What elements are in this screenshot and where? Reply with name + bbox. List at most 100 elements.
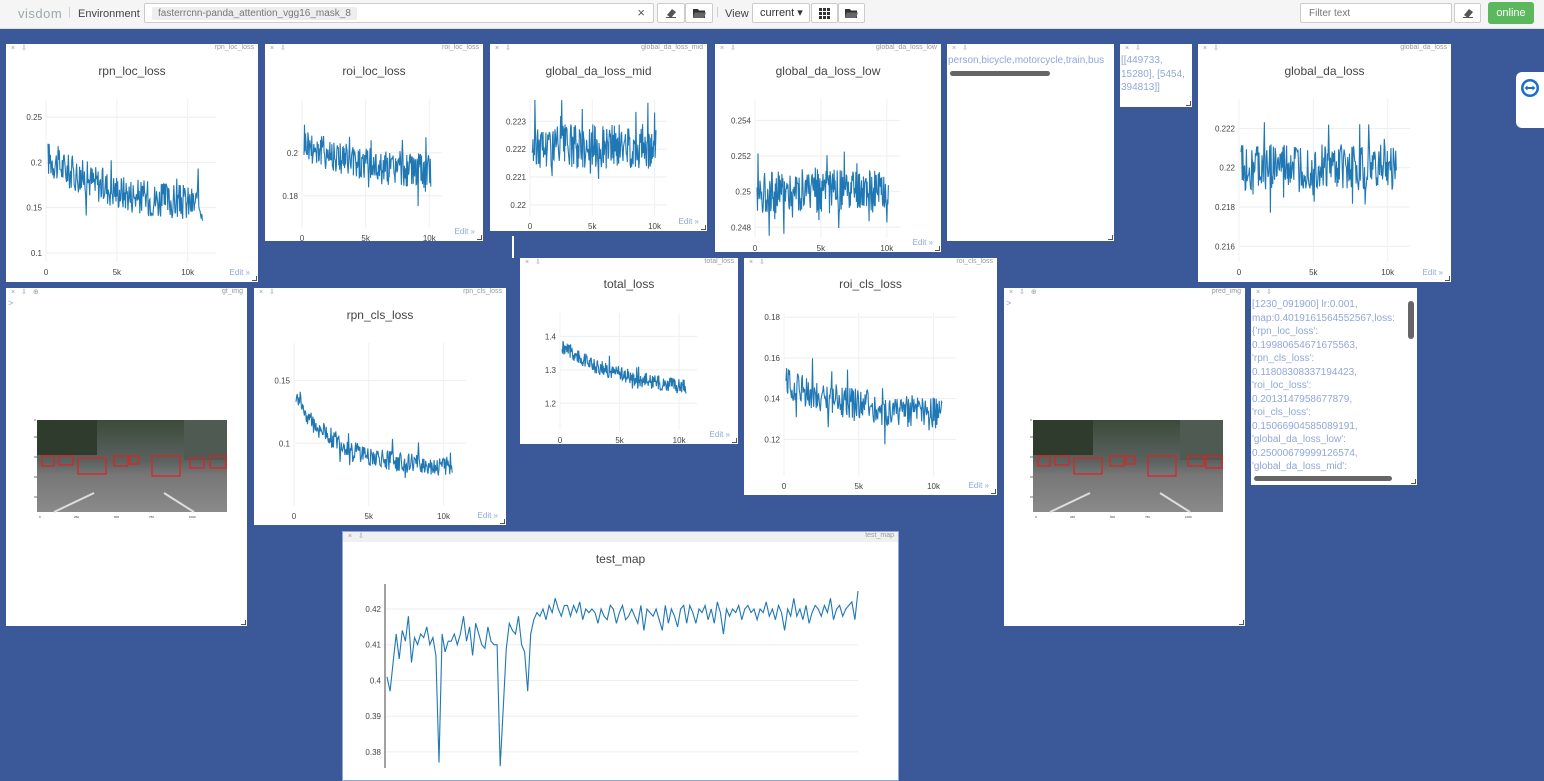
y-tick-label: 0.25 <box>735 188 751 197</box>
pane-rpn-loc-loss[interactable]: × ⇩ rpn_loc_loss rpn_loc_loss 0.1 0.15 0.2 0… <box>6 44 258 282</box>
expand-arrow[interactable]: > <box>1006 298 1011 308</box>
series-line[interactable] <box>295 391 453 479</box>
series-line[interactable] <box>386 591 859 767</box>
pane-controls[interactable]: × ⇩ <box>1125 44 1143 52</box>
pane-header[interactable]: × ⇩ <box>1251 288 1417 297</box>
y-tick-label: 1.2 <box>545 399 557 408</box>
erase-env-button[interactable] <box>657 3 685 23</box>
divider: | <box>716 6 719 18</box>
open-env-button[interactable] <box>685 3 713 23</box>
view-select[interactable]: current ▾ <box>752 3 810 23</box>
environment-tag[interactable]: fasterrcnn-panda_attention_vgg16_mask_8 <box>152 7 357 20</box>
pane-controls[interactable]: × ⇩ ⊕ <box>1009 288 1039 296</box>
series-line[interactable] <box>561 340 687 394</box>
x-tick-label: 10k <box>181 268 195 277</box>
edit-link[interactable]: Edit » <box>710 430 730 439</box>
clear-icon[interactable]: × <box>637 5 645 20</box>
repack-button[interactable] <box>811 3 838 23</box>
pane-global-da-loss[interactable]: × ⇩ global_da_loss global_da_loss 0.216 0.… <box>1198 44 1451 282</box>
eraser-icon <box>1462 9 1473 18</box>
horizontal-scrollbar[interactable] <box>950 71 1050 76</box>
expand-arrow[interactable]: > <box>8 298 13 308</box>
clear-filter-button[interactable] <box>1454 3 1481 23</box>
line-chart[interactable]: 0.248 0.25 0.252 0.254 0 5k 10k <box>715 44 941 252</box>
edit-link[interactable]: Edit » <box>455 227 475 236</box>
pane-roi-loc-loss[interactable]: × ⇩ roi_loc_loss roi_loc_loss 0.18 0.2 0 5k 1… <box>265 44 483 241</box>
resize-handle[interactable] <box>1411 479 1416 484</box>
line-chart[interactable]: 0.216 0.218 0.22 0.222 0 5k 10k <box>1198 44 1451 282</box>
y-tick-label: 0.16 <box>764 354 780 363</box>
pane-controls[interactable]: × ⇩ <box>952 44 970 52</box>
pane-log-text[interactable]: × ⇩ [1230_091900] lr:0.001, map:0.401916… <box>1251 288 1417 485</box>
resize-handle[interactable] <box>500 519 505 524</box>
line-chart[interactable]: 0.22 0.221 0.222 0.223 0 5k 10k <box>490 44 707 231</box>
pane-counts-text[interactable]: × ⇩ [[449733, 15280], [5454, 394813]] <box>1120 44 1192 107</box>
line-chart[interactable]: 0.1 0.15 0.2 0.25 0 5k 10k <box>6 44 258 282</box>
pane-header[interactable]: × ⇩ ⊕ pred_img <box>1004 288 1245 297</box>
environment-label: Environment <box>78 8 140 20</box>
line-chart[interactable]: 0.1 0.15 0 5k 10k <box>254 288 506 525</box>
line-chart[interactable]: 1.2 1.3 1.4 0 5k 10k <box>520 258 738 444</box>
series-line[interactable] <box>531 99 657 180</box>
edit-link[interactable]: Edit » <box>478 511 498 520</box>
horizontal-scrollbar[interactable] <box>1254 476 1392 481</box>
pane-rpn-cls-loss[interactable]: × ⇩ rpn_cls_loss rpn_cls_loss 0.1 0.15 0 5k 1… <box>254 288 506 525</box>
y-tick-label: 0.252 <box>731 152 752 161</box>
pane-test-map[interactable]: × ⇩ test_map test_map 0.38 0.39 0.4 0.41 0.42 <box>342 531 899 781</box>
line-chart[interactable]: 0.12 0.14 0.16 0.18 0 5k 10k <box>744 258 997 495</box>
edit-link[interactable]: Edit » <box>1423 268 1443 277</box>
x-tick-label: 5k <box>588 222 597 231</box>
remote-control-tab[interactable] <box>1516 72 1544 128</box>
line-chart[interactable]: 0.18 0.2 0 5k 10k <box>265 44 483 241</box>
resize-handle[interactable] <box>1108 235 1113 240</box>
resize-handle[interactable] <box>991 489 996 494</box>
resize-handle[interactable] <box>477 235 482 240</box>
pane-classes-text[interactable]: × ⇩ person,bicycle,motorcycle,train,bus <box>947 44 1114 241</box>
resize-handle[interactable] <box>1186 101 1191 106</box>
pane-header[interactable]: × ⇩ ⊕ gt_img <box>6 288 247 297</box>
resize-handle[interactable] <box>241 620 246 625</box>
edit-link[interactable]: Edit » <box>913 238 933 247</box>
svg-text:1000: 1000 <box>189 515 196 518</box>
y-tick-label: 0.1 <box>279 439 291 448</box>
y-tick-label: 0.218 <box>1215 203 1236 212</box>
series-line[interactable] <box>47 143 203 221</box>
open-view-button[interactable] <box>838 3 865 23</box>
text-cursor <box>512 236 514 258</box>
vertical-scrollbar[interactable] <box>1408 301 1414 339</box>
pane-gt-img[interactable]: × ⇩ ⊕ gt_img > 0 100 200 300 400 0 250 500 750 10… <box>6 288 247 626</box>
edit-link[interactable]: Edit » <box>679 217 699 226</box>
connection-status-button[interactable]: online <box>1488 2 1534 24</box>
edit-link[interactable]: Edit » <box>230 268 250 277</box>
pane-global-da-loss-mid[interactable]: × ⇩ global_da_loss_mid global_da_loss_mid… <box>490 44 707 231</box>
y-tick-label: 0.14 <box>764 395 780 404</box>
x-tick-label: 5k <box>1309 268 1318 277</box>
resize-handle[interactable] <box>1445 276 1450 281</box>
pane-global-da-loss-low[interactable]: × ⇩ global_da_loss_low global_da_loss_low… <box>715 44 941 252</box>
filter-input[interactable] <box>1300 3 1452 23</box>
pane-total-loss[interactable]: × ⇩ total_loss total_loss 1.2 1.3 1.4 0 5k 10k… <box>520 258 738 444</box>
pane-header[interactable]: × ⇩ <box>947 44 1114 53</box>
svg-text:1000: 1000 <box>1185 515 1192 518</box>
pane-header[interactable]: × ⇩ <box>1120 44 1192 53</box>
y-tick-label: 0.18 <box>282 192 298 201</box>
y-tick-label: 0.39 <box>365 712 381 721</box>
resize-handle[interactable] <box>732 438 737 443</box>
pane-pred-img[interactable]: × ⇩ ⊕ pred_img > 0 100 200 300 400 0 250 500 750… <box>1004 288 1245 626</box>
resize-handle[interactable] <box>935 246 940 251</box>
y-tick-label: 0.15 <box>274 377 290 386</box>
edit-link[interactable]: Edit » <box>969 481 989 490</box>
series-line[interactable] <box>785 358 943 445</box>
x-tick-label: 5k <box>365 512 374 521</box>
view-label: View <box>725 8 749 20</box>
resize-handle[interactable] <box>252 276 257 281</box>
environment-select[interactable]: fasterrcnn-panda_attention_vgg16_mask_8 … <box>144 3 654 23</box>
resize-handle[interactable] <box>701 225 706 230</box>
series-line[interactable] <box>756 151 889 236</box>
pane-controls[interactable]: × ⇩ <box>1256 288 1274 296</box>
series-line[interactable] <box>303 124 432 207</box>
line-chart[interactable]: 0.38 0.39 0.4 0.41 0.42 <box>343 532 899 781</box>
pane-roi-cls-loss[interactable]: × ⇩ roi_cls_loss roi_cls_loss 0.12 0.14 0.1… <box>744 258 997 495</box>
resize-handle[interactable] <box>1239 620 1244 625</box>
pane-controls[interactable]: × ⇩ ⊕ <box>11 288 41 296</box>
